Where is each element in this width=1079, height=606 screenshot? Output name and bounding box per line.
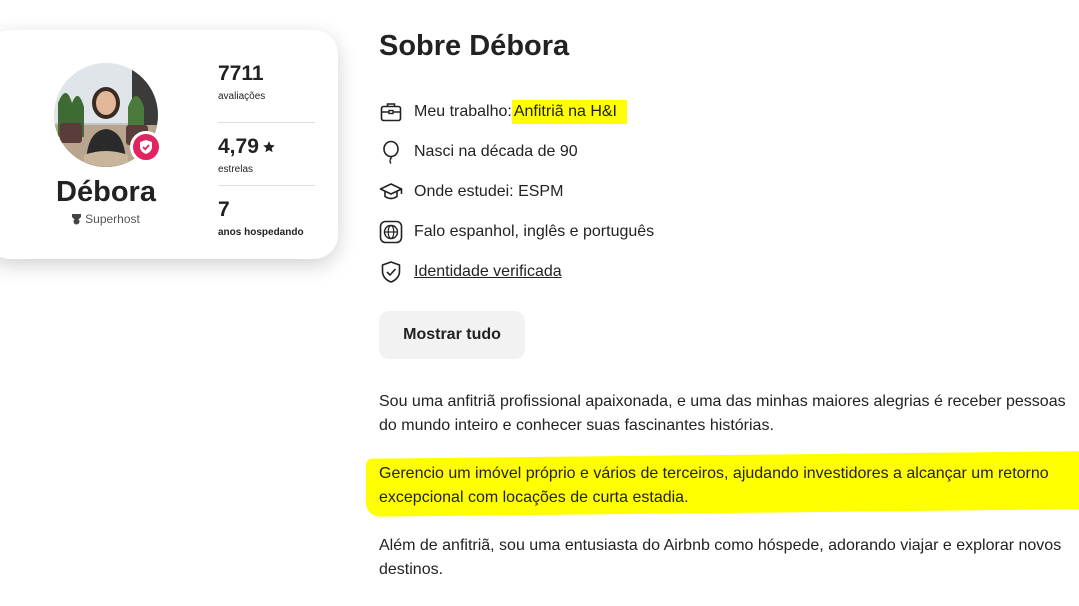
stat-rating-value: 4,79 (218, 135, 259, 158)
host-facts-list: Meu trabalho: Anfitriã na H&I Nasci na d… (379, 92, 654, 292)
show-all-button[interactable]: Mostrar tudo (379, 311, 525, 359)
fact-identity-verified: Identidade verificada (379, 252, 654, 292)
fact-birth-decade: Nasci na década de 90 (379, 132, 654, 172)
fact-education: Onde estudei: ESPM (379, 172, 654, 212)
fact-education-text: Onde estudei: ESPM (414, 183, 564, 200)
superhost-label: Superhost (85, 212, 140, 226)
shield-check-outline-icon (379, 260, 403, 284)
host-name: Débora (56, 176, 156, 208)
briefcase-icon (379, 100, 403, 124)
host-stats: 7711 avaliações 4,79 estrelas 7 anos hos… (218, 60, 315, 248)
superhost-tag: Superhost (0, 212, 226, 226)
fact-work-value: Anfitriã na H&I (511, 100, 627, 124)
bio-paragraph: Além de anfitriã, sou uma entusiasta do … (379, 537, 1062, 578)
superhost-medal-icon (72, 213, 82, 224)
fact-work: Meu trabalho: Anfitriã na H&I (379, 92, 654, 132)
globe-icon (379, 220, 403, 244)
graduation-cap-icon (379, 180, 403, 204)
stat-rating-label: estrelas (218, 164, 254, 175)
fact-birth-decade-text: Nasci na década de 90 (414, 143, 578, 160)
stat-reviews-value: 7711 (218, 62, 264, 85)
host-profile-card[interactable]: Débora Superhost 7711 avaliações 4,79 es… (0, 30, 338, 259)
bio-paragraph-highlighted: Gerencio um imóvel próprio e vários de t… (379, 465, 1049, 506)
shield-check-icon (140, 140, 152, 154)
stat-years: 7 anos hospedando (218, 186, 315, 248)
avatar-wrap (54, 63, 162, 167)
stat-years-value: 7 (218, 198, 230, 221)
bio-paragraph: Sou uma anfitriã profissional apaixonada… (379, 393, 1066, 434)
verified-badge (130, 131, 162, 163)
fact-languages: Falo espanhol, inglês e português (379, 212, 654, 252)
stat-reviews: 7711 avaliações (218, 60, 315, 123)
stat-rating: 4,79 estrelas (218, 123, 315, 186)
identity-verified-link[interactable]: Identidade verificada (414, 263, 562, 281)
fact-languages-text: Falo espanhol, inglês e português (414, 223, 655, 240)
host-bio: Sou uma anfitriã profissional apaixonada… (379, 390, 1069, 606)
balloon-icon (379, 140, 403, 164)
stat-rating-value-wrap: 4,79 (218, 135, 276, 159)
stat-reviews-label: avaliações (218, 91, 266, 102)
about-title: Sobre Débora (379, 30, 570, 62)
fact-work-prefix: Meu trabalho: (414, 103, 512, 120)
star-icon (263, 141, 275, 153)
stat-years-label: anos hospedando (218, 227, 304, 238)
